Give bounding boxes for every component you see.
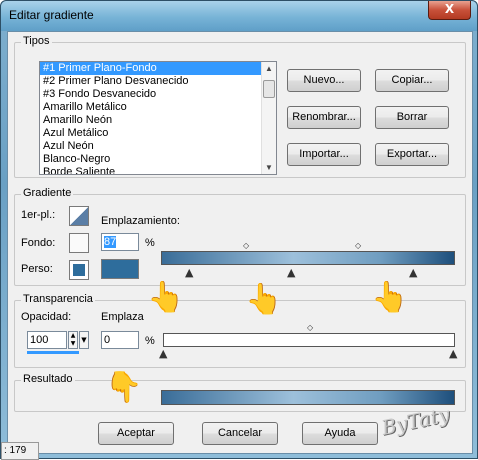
- transp-percent: %: [145, 335, 155, 347]
- emplazamiento-label: Emplazamiento:: [101, 215, 180, 227]
- list-item[interactable]: #3 Fondo Desvanecido: [40, 88, 276, 101]
- primer-plano-swatch[interactable]: [69, 206, 89, 226]
- borrar-button[interactable]: Borrar: [375, 106, 449, 129]
- fondo-swatch[interactable]: [69, 233, 89, 253]
- result-preview-bar: [161, 390, 455, 405]
- color-stop-marker[interactable]: ▲: [185, 266, 193, 279]
- list-item[interactable]: #1 Primer Plano-Fondo: [40, 62, 276, 75]
- list-item[interactable]: #2 Primer Plano Desvanecido: [40, 75, 276, 88]
- opacity-stop-marker[interactable]: ▲: [449, 347, 457, 360]
- pointing-hand-icon: 👆: [147, 280, 185, 315]
- close-icon: X: [444, 2, 455, 16]
- primer-plano-label: 1er-pl.:: [21, 209, 56, 221]
- ayuda-button[interactable]: Ayuda: [302, 422, 378, 445]
- title-bar[interactable]: Editar gradiente X: [1, 1, 477, 31]
- gradiente-group: Gradiente 1er-pl.: Fondo: Perso: Emplaza…: [14, 187, 466, 286]
- aceptar-button[interactable]: Aceptar: [98, 422, 174, 445]
- pointing-hand-icon: 👆: [371, 280, 409, 315]
- list-item[interactable]: Azul Metálico: [40, 127, 276, 140]
- nuevo-button[interactable]: Nuevo...: [287, 69, 361, 92]
- list-scrollbar[interactable]: ▲ ▼: [261, 62, 276, 174]
- list-item[interactable]: Blanco-Negro: [40, 153, 276, 166]
- opacidad-value: 100: [30, 334, 49, 346]
- pointing-hand-icon: 👆: [245, 282, 283, 317]
- list-item[interactable]: Amarillo Neón: [40, 114, 276, 127]
- resultado-group: Resultado: [14, 373, 466, 412]
- renombrar-button[interactable]: Renombrar...: [287, 106, 361, 129]
- transparency-bar[interactable]: [163, 333, 455, 347]
- scroll-down-icon[interactable]: ▼: [265, 163, 273, 172]
- gradient-bar[interactable]: [161, 251, 455, 265]
- perso-label: Perso:: [21, 263, 53, 275]
- opacidad-label: Opacidad:: [21, 311, 72, 323]
- resultado-group-title: Resultado: [21, 373, 75, 385]
- scroll-thumb[interactable]: [263, 80, 275, 98]
- opacidad-slider[interactable]: [27, 351, 79, 354]
- transp-emplazamiento-label: Emplaza: [101, 311, 144, 323]
- close-button[interactable]: X: [428, 1, 471, 20]
- emplazamiento-percent: %: [145, 237, 155, 249]
- gradient-type-list[interactable]: #1 Primer Plano-Fondo #2 Primer Plano Des…: [39, 61, 277, 175]
- perso-color-preview[interactable]: [101, 259, 139, 279]
- opacidad-dropdown-icon[interactable]: ▼: [79, 331, 89, 349]
- importar-button[interactable]: Importar...: [287, 143, 361, 166]
- midpoint-marker[interactable]: ◇: [355, 241, 361, 250]
- copiar-button[interactable]: Copiar...: [375, 69, 449, 92]
- dialog-window: Editar gradiente X Tipos #1 Primer Plano…: [0, 0, 478, 460]
- opacidad-spin-button[interactable]: ▲ ▼: [68, 331, 78, 349]
- status-bar: : 179: [1, 442, 39, 460]
- emplazamiento-value: 87: [104, 236, 117, 248]
- transparencia-group-title: Transparencia: [21, 293, 95, 305]
- window-title: Editar gradiente: [9, 8, 94, 22]
- transp-midpoint-marker[interactable]: ◇: [307, 323, 313, 332]
- fondo-label: Fondo:: [21, 237, 56, 249]
- midpoint-marker[interactable]: ◇: [243, 241, 249, 250]
- opacidad-input[interactable]: 100: [27, 331, 67, 349]
- emplazamiento-input[interactable]: 87: [101, 233, 139, 251]
- transp-emplazamiento-value: 0: [104, 334, 111, 346]
- list-item[interactable]: Azul Neón: [40, 140, 276, 153]
- list-item[interactable]: Amarillo Metálico: [40, 101, 276, 114]
- pointing-hand-icon: 👇: [105, 370, 143, 405]
- exportar-button[interactable]: Exportar...: [375, 143, 449, 166]
- cancelar-button[interactable]: Cancelar: [202, 422, 278, 445]
- scroll-up-icon[interactable]: ▲: [265, 64, 273, 73]
- color-stop-marker[interactable]: ▲: [287, 266, 295, 279]
- tipos-group-title: Tipos: [21, 35, 52, 47]
- opacity-stop-marker[interactable]: ▲: [159, 347, 167, 360]
- dialog-client: Tipos #1 Primer Plano-Fondo #2 Primer Pla…: [7, 31, 473, 454]
- tipos-group: Tipos #1 Primer Plano-Fondo #2 Primer Pla…: [14, 35, 466, 178]
- list-item[interactable]: Borde Saliente: [40, 166, 276, 174]
- transp-emplazamiento-input[interactable]: 0: [101, 331, 139, 349]
- color-stop-marker[interactable]: ▲: [409, 266, 417, 279]
- perso-swatch[interactable]: [69, 260, 89, 280]
- gradiente-group-title: Gradiente: [21, 187, 74, 199]
